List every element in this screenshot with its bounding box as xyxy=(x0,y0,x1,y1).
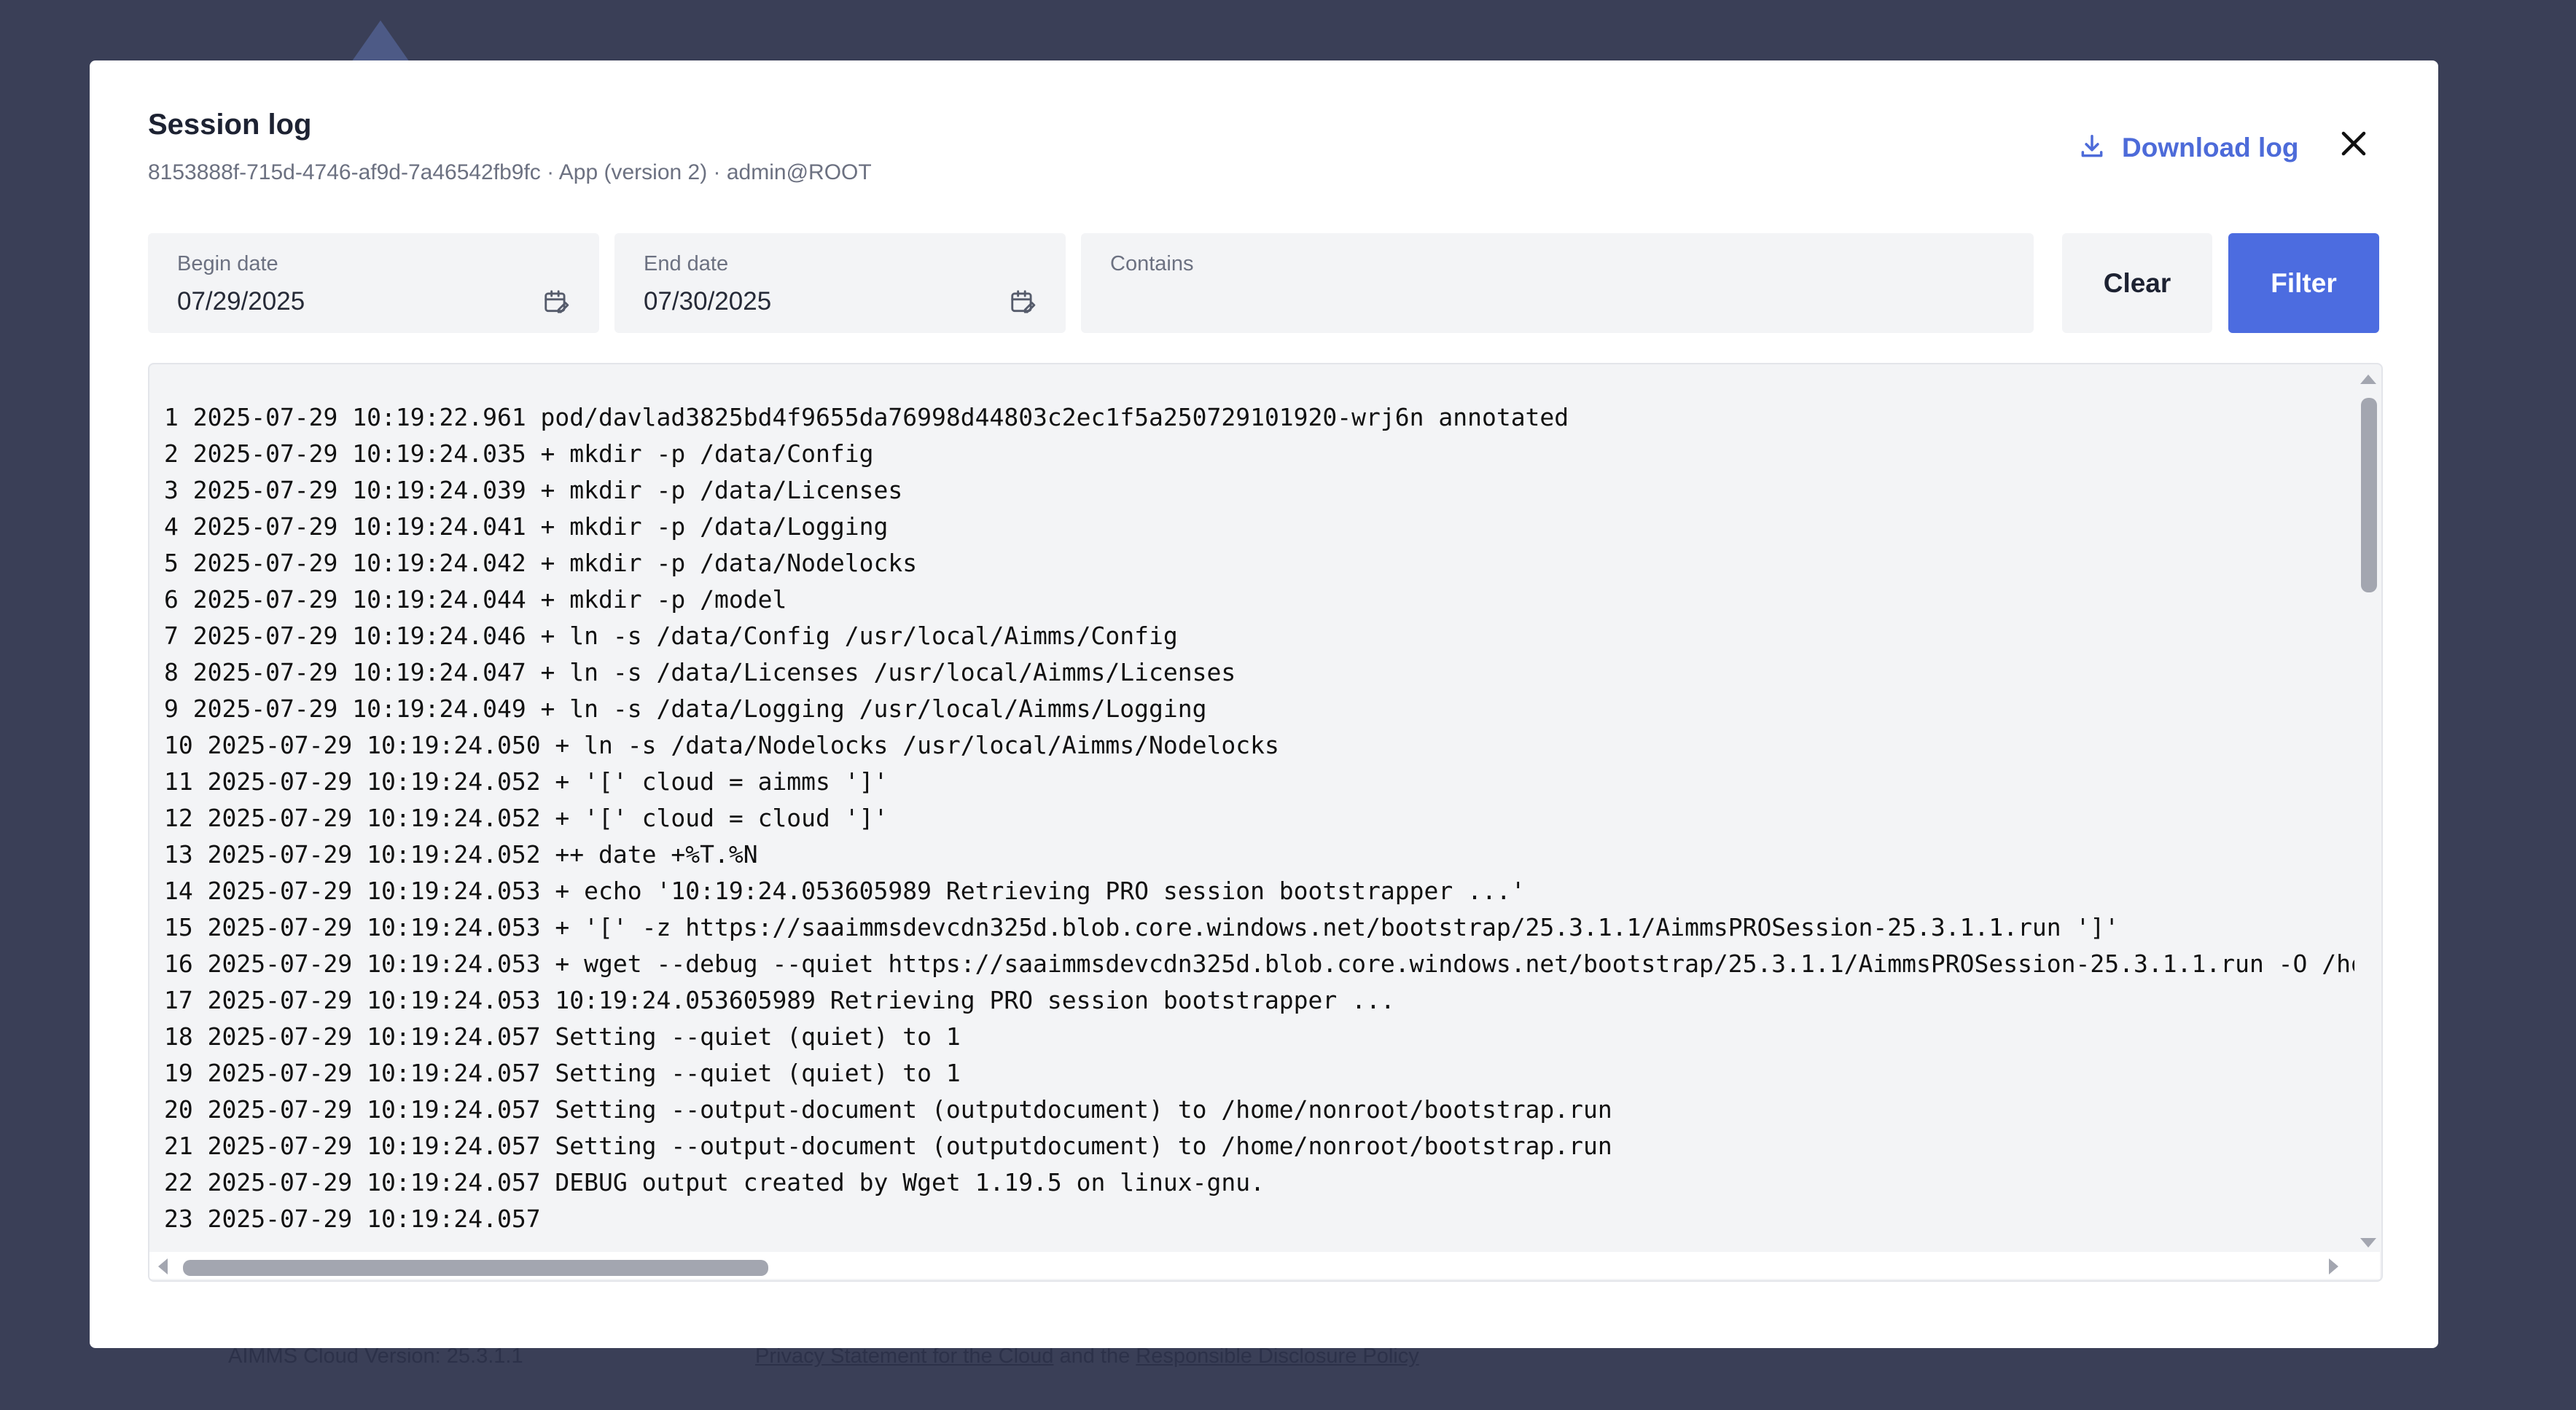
download-log-button[interactable]: Download log xyxy=(2078,128,2299,168)
log-line: 13 2025-07-29 10:19:24.052 ++ date +%T.%… xyxy=(164,840,758,869)
calendar-icon[interactable] xyxy=(542,288,570,316)
log-line: 14 2025-07-29 10:19:24.053 + echo '10:19… xyxy=(164,877,1526,905)
end-date-field[interactable]: End date 07/30/2025 xyxy=(614,233,1066,333)
session-log-dialog: Session log 8153888f-715d-4746-af9d-7a46… xyxy=(90,60,2438,1348)
dialog-title: Session log xyxy=(148,109,312,141)
log-line: 1 2025-07-29 10:19:22.961 pod/davlad3825… xyxy=(164,403,1569,431)
scroll-left-arrow-icon[interactable] xyxy=(158,1258,168,1274)
vertical-scroll-thumb[interactable] xyxy=(2361,398,2377,592)
download-log-label: Download log xyxy=(2122,133,2299,162)
log-line: 15 2025-07-29 10:19:24.053 + '[' -z http… xyxy=(164,913,2120,941)
filter-button[interactable]: Filter xyxy=(2228,233,2379,333)
log-line: 23 2025-07-29 10:19:24.057 xyxy=(164,1205,541,1233)
log-line: 21 2025-07-29 10:19:24.057 Setting --out… xyxy=(164,1132,1612,1160)
log-line: 17 2025-07-29 10:19:24.053 10:19:24.0536… xyxy=(164,986,1395,1014)
log-line: 12 2025-07-29 10:19:24.052 + '[' cloud =… xyxy=(164,804,889,832)
begin-date-field[interactable]: Begin date 07/29/2025 xyxy=(148,233,599,333)
scrollbar-corner xyxy=(2354,1252,2380,1279)
log-line: 8 2025-07-29 10:19:24.047 + ln -s /data/… xyxy=(164,658,1236,686)
log-line: 11 2025-07-29 10:19:24.052 + '[' cloud =… xyxy=(164,767,889,796)
log-viewer[interactable]: 1 2025-07-29 10:19:22.961 pod/davlad3825… xyxy=(148,363,2383,1282)
background-logo xyxy=(350,20,411,64)
contains-field[interactable]: Contains xyxy=(1081,233,2034,333)
log-line: 5 2025-07-29 10:19:24.042 + mkdir -p /da… xyxy=(164,549,918,577)
log-line: 3 2025-07-29 10:19:24.039 + mkdir -p /da… xyxy=(164,476,903,504)
log-line: 10 2025-07-29 10:19:24.050 + ln -s /data… xyxy=(164,731,1279,759)
log-line: 4 2025-07-29 10:19:24.041 + mkdir -p /da… xyxy=(164,512,889,541)
dialog-subtitle: 8153888f-715d-4746-af9d-7a46542fb9fc · A… xyxy=(148,160,872,184)
calendar-icon[interactable] xyxy=(1009,288,1037,316)
download-icon xyxy=(2078,133,2106,163)
log-line: 2 2025-07-29 10:19:24.035 + mkdir -p /da… xyxy=(164,439,874,468)
contains-label: Contains xyxy=(1110,252,1194,275)
vertical-scrollbar[interactable] xyxy=(2354,364,2380,1252)
end-date-label: End date xyxy=(644,252,729,275)
log-line: 18 2025-07-29 10:19:24.057 Setting --qui… xyxy=(164,1022,961,1051)
horizontal-scroll-thumb[interactable] xyxy=(183,1260,768,1276)
scroll-down-arrow-icon[interactable] xyxy=(2360,1238,2376,1248)
begin-date-label: Begin date xyxy=(177,252,278,275)
begin-date-value[interactable]: 07/29/2025 xyxy=(177,287,305,316)
log-line: 9 2025-07-29 10:19:24.049 + ln -s /data/… xyxy=(164,694,1207,723)
log-line: 7 2025-07-29 10:19:24.046 + ln -s /data/… xyxy=(164,622,1178,650)
log-line: 19 2025-07-29 10:19:24.057 Setting --qui… xyxy=(164,1059,961,1087)
end-date-value[interactable]: 07/30/2025 xyxy=(644,287,771,316)
log-lines: 1 2025-07-29 10:19:22.961 pod/davlad3825… xyxy=(164,399,2354,1252)
scroll-right-arrow-icon[interactable] xyxy=(2329,1258,2338,1274)
log-line: 16 2025-07-29 10:19:24.053 + wget --debu… xyxy=(164,949,2354,978)
close-button[interactable] xyxy=(2333,125,2374,165)
log-line: 20 2025-07-29 10:19:24.057 Setting --out… xyxy=(164,1095,1612,1124)
close-icon xyxy=(2338,128,2369,162)
log-line: 22 2025-07-29 10:19:24.057 DEBUG output … xyxy=(164,1168,1265,1196)
scroll-up-arrow-icon[interactable] xyxy=(2360,375,2376,384)
horizontal-scrollbar[interactable] xyxy=(149,1252,2354,1279)
clear-button[interactable]: Clear xyxy=(2062,233,2212,333)
log-line: 6 2025-07-29 10:19:24.044 + mkdir -p /mo… xyxy=(164,585,787,614)
